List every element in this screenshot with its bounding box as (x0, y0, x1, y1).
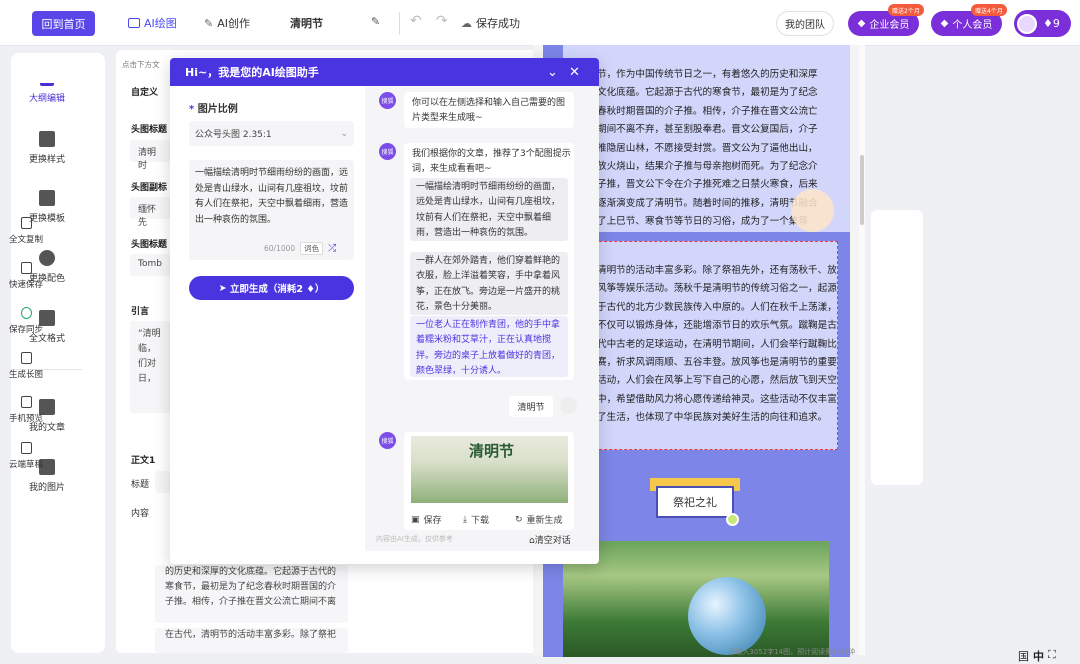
flower-icon (726, 513, 739, 526)
header-title-input[interactable]: 清明时 (130, 140, 170, 171)
sync-save-button[interactable]: 保存同步 (0, 307, 52, 335)
image-icon (128, 18, 140, 28)
user-account-button[interactable]: ♦9 (1014, 10, 1071, 37)
quote-input[interactable]: “清明 临， 们对 日， (130, 321, 170, 413)
points-display: ♦9 (1043, 17, 1060, 30)
bot-avatar: 搜狐 (379, 432, 396, 449)
header-en-label: 头图标题 (131, 240, 168, 250)
image-title-text: 清明节 (469, 442, 515, 460)
layout-icon (39, 190, 55, 206)
chat-message: 你可以在左侧选择和输入自己需要的图片类型来生成哦~ (404, 92, 574, 128)
download-icon: ⤓ (463, 514, 467, 525)
refresh-icon: ↻ (515, 514, 523, 525)
layers-icon (39, 131, 55, 147)
content-paragraph-2[interactable]: 在古代，清明节的活动丰富多彩。除了祭祀 (155, 628, 348, 653)
globe-image (688, 577, 766, 655)
pen-icon: ✎ (204, 16, 214, 30)
diamond-icon: ◆ (940, 18, 949, 29)
cloud-icon: ☁ (461, 16, 472, 30)
home-button[interactable]: 回到首页 (32, 11, 95, 36)
quick-save-button[interactable]: 快速保存 (0, 262, 52, 290)
copy-all-button[interactable]: 全文复制 (0, 217, 52, 245)
section-title[interactable]: 祭祀之礼 (656, 486, 734, 518)
header-title-label: 头图标题 (131, 125, 168, 135)
header-subtitle-label: 头图副标 (131, 183, 168, 193)
color-chip[interactable]: 词色 (300, 242, 324, 255)
personal-promo-badge: 赠送4个月 (971, 4, 1007, 16)
content-label: 内容 (131, 509, 150, 519)
scrollbar[interactable] (859, 45, 865, 655)
ratio-label: * 图片比例 (189, 104, 238, 115)
ai-disclaimer: 内容由AI生成，仅供参考 (376, 535, 453, 543)
bot-avatar: 搜狐 (379, 143, 396, 160)
save-image-button[interactable]: ▣ 保存 (411, 513, 442, 527)
prompt-tools: 60/1000 词色 ⤮ (264, 242, 336, 255)
header-subtitle-input[interactable]: 缅怀先 (130, 197, 170, 228)
collapse-icon[interactable]: ⌄ (547, 66, 558, 79)
title-label: 标题 (131, 480, 150, 490)
prompt-suggestion-3[interactable]: 一位老人正在制作青团，他的手中拿着糯米粉和艾草汁，正在认真地搅拌。旁边的桌子上放… (410, 316, 568, 377)
edit-icon[interactable]: ✎ (371, 15, 380, 28)
phone-icon (20, 396, 32, 408)
cloud-draft-icon (20, 442, 32, 454)
clear-chat-button[interactable]: ⌂清空对话 (529, 533, 571, 546)
divider (399, 12, 400, 35)
chevron-down-icon: ⌄ (340, 128, 348, 139)
avatar (1017, 13, 1037, 34)
save-icon (20, 262, 32, 274)
sidebar-item-style[interactable]: 更换样式 (0, 131, 94, 165)
chat-message: 我们根据你的文章，推荐了3个配图提示词，来生成看看吧~ (412, 149, 571, 175)
diamond-icon: ◆ (857, 18, 866, 29)
custom-label: 自定义 (131, 88, 159, 98)
save-status: ☁ 保存成功 (461, 16, 520, 31)
content-paragraph[interactable]: 的历史和深厚的文化底蕴。它起源于古代的寒食节，最初是为了纪念春秋时期晋国的介子推… (155, 565, 348, 623)
shuffle-icon[interactable]: ⤮ (328, 243, 336, 254)
bot-avatar: 搜狐 (379, 92, 396, 109)
my-team-button[interactable]: 我的团队 (776, 11, 834, 36)
copy-icon (20, 217, 32, 229)
ai-create-tab[interactable]: ✎ AI创作 (204, 15, 250, 31)
regenerate-button[interactable]: ↻ 重新生成 (515, 513, 563, 527)
mobile-preview-button[interactable]: 手机预览 (0, 396, 52, 424)
user-message: 清明节 (509, 396, 553, 417)
quote-label: 引言 (131, 307, 150, 317)
ai-draw-tab[interactable]: AI绘图 (128, 15, 177, 31)
ratio-select[interactable]: 公众号头图 2.35:1 ⌄ (189, 121, 354, 146)
word-count-status: 已输入3052字14图，预计阅读需19分钟 (728, 648, 855, 656)
redo-icon[interactable]: ↷ (436, 13, 448, 29)
panel-hint: 点击下方文 (122, 60, 160, 69)
wechat-icon (20, 307, 32, 319)
save-icon: ▣ (411, 514, 420, 525)
long-image-button[interactable]: 生成长图 (0, 352, 52, 380)
title-input[interactable] (155, 471, 170, 493)
undo-icon[interactable]: ↶ (410, 13, 422, 29)
cloud-draft-button[interactable]: 云端草稿 (0, 442, 52, 470)
user-avatar (560, 397, 577, 414)
send-icon: ➤ (218, 282, 230, 294)
prompt-suggestion-2[interactable]: 一群人在郊外踏青，他们穿着鲜艳的衣服，脸上洋溢着笑容，手中拿着风筝，正在放飞。旁… (410, 252, 568, 315)
close-icon[interactable]: ✕ (569, 66, 580, 79)
char-count: 60/1000 (264, 244, 296, 253)
header-en-input[interactable]: Tomb (130, 254, 170, 276)
document-title[interactable]: 清明节 (290, 15, 323, 31)
image-icon (20, 352, 32, 364)
enterprise-promo-badge: 赠送2个月 (888, 4, 924, 16)
generate-button[interactable]: ➤ 立即生成（消耗2 ♦） (189, 276, 354, 300)
scrollbar-thumb[interactable] (860, 155, 864, 225)
modal-header: Hi~，我是您的AI绘图助手 (170, 58, 599, 86)
article-paragraph-2[interactable]: 清明节的活动丰富多彩。除了祭祖先外，还有荡秋千、放风筝等娱乐活动。荡秋千是清明节… (597, 262, 837, 428)
decorative-circle (791, 189, 834, 232)
prompt-suggestion-1[interactable]: 一幅描绘清明时节细雨纷纷的画面，远处是青山绿水，山间有几座祖坟，坟前有人们在祭祀… (410, 178, 568, 241)
pencil-icon (40, 72, 54, 86)
right-toolbar (871, 210, 923, 485)
download-button[interactable]: ⤓ 下载 (463, 513, 489, 527)
body-section-label: 正文1 (131, 456, 156, 466)
sidebar-item-outline[interactable]: 大纲编辑 (0, 72, 94, 104)
